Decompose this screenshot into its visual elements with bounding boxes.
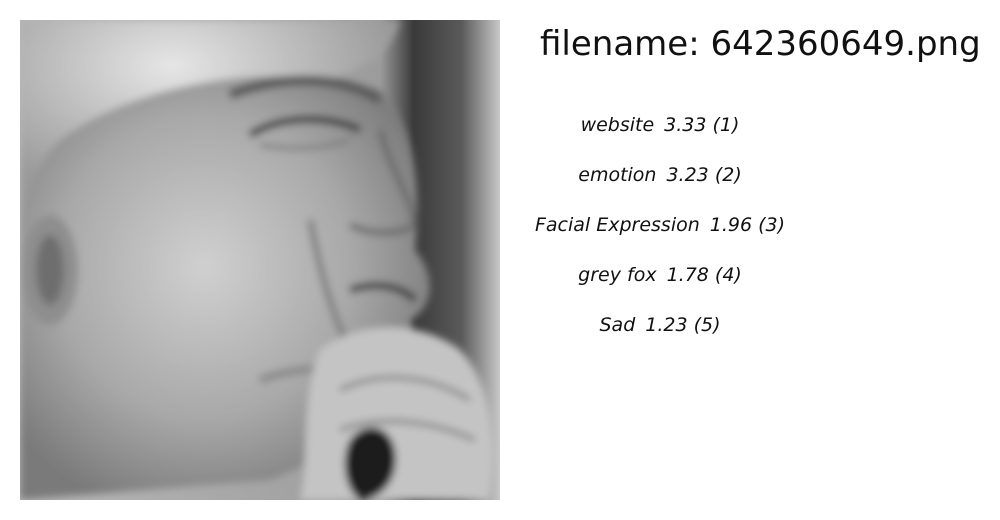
tag-list: website 3.33 (1) emotion 3.23 (2) Facial… <box>535 100 785 350</box>
face-photo-graphic <box>20 20 500 500</box>
tag-row: Facial Expression 1.96 (3) <box>535 200 785 250</box>
tag-label: Sad <box>599 314 636 336</box>
tag-score: 3.33 (1) <box>664 114 740 136</box>
tag-score: 1.23 (5) <box>645 314 721 336</box>
tag-label: website <box>580 114 655 136</box>
tag-row: emotion 3.23 (2) <box>540 150 780 200</box>
tag-row: grey fox 1.78 (4) <box>540 250 780 300</box>
tag-score: 1.78 (4) <box>666 264 742 286</box>
tag-row: Sad 1.23 (5) <box>540 300 780 350</box>
tag-label: Facial Expression <box>534 214 700 236</box>
tag-score: 1.96 (3) <box>709 214 786 236</box>
filename-title: filename: 642360649.png <box>540 24 981 64</box>
tag-row: website 3.33 (1) <box>540 100 780 150</box>
face-photo <box>20 20 500 500</box>
tag-score: 3.23 (2) <box>666 164 742 186</box>
tag-label: grey fox <box>578 264 657 286</box>
tag-label: emotion <box>578 164 657 186</box>
